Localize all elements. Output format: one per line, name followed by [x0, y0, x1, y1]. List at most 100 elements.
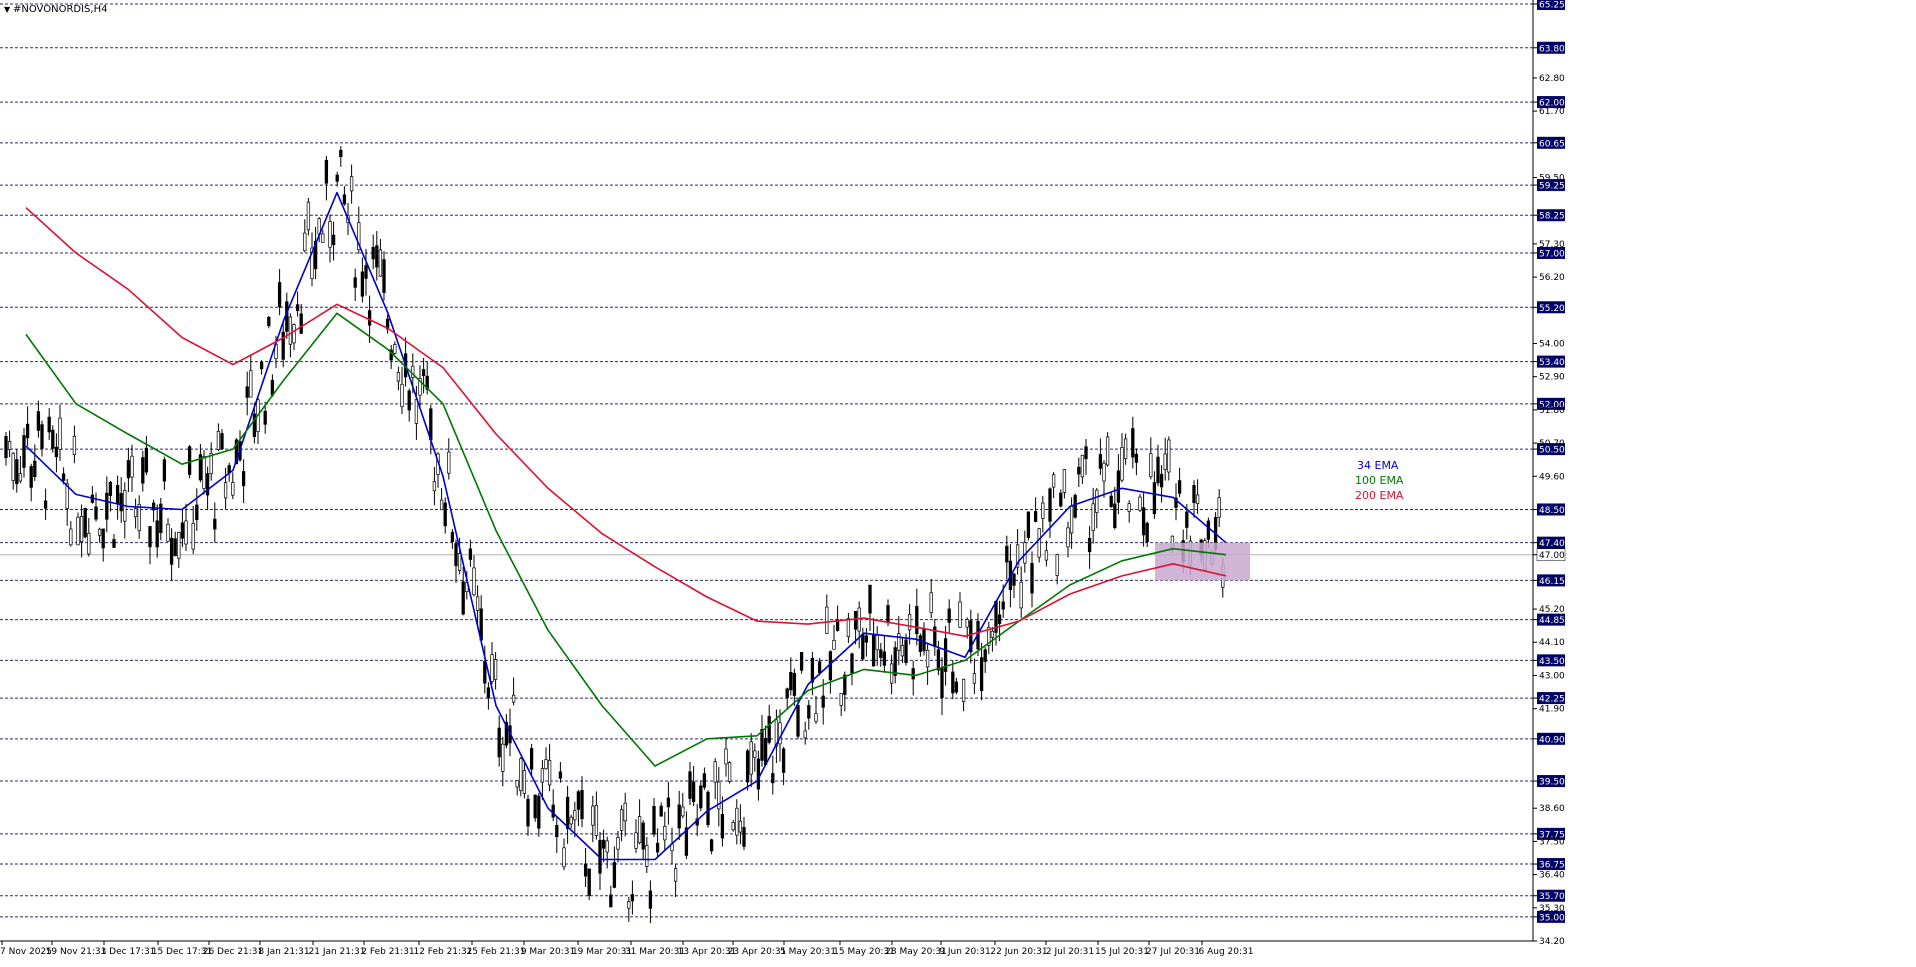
price-level-label: 40.90 — [1539, 735, 1565, 745]
candle-body — [1048, 488, 1052, 522]
candle-body — [439, 499, 444, 511]
candle-body — [864, 635, 869, 643]
price-chart[interactable]: 65.25 63.80 62.80 62.00 61.70 60.65 59.50 59.25… — [0, 0, 1916, 963]
candle-body — [663, 826, 667, 841]
candle-body — [875, 634, 879, 651]
price-tick-label: 43.00 — [1539, 671, 1565, 681]
candle-body — [101, 528, 105, 549]
price-level-label: 42.25 — [1539, 695, 1565, 705]
candle-body — [83, 507, 87, 538]
candle-body — [454, 543, 458, 567]
candle-body — [807, 705, 811, 719]
candle-body — [220, 433, 224, 450]
candle-body — [1033, 511, 1038, 522]
candle-body — [187, 446, 192, 475]
candle-body — [11, 452, 15, 481]
candle-body — [677, 804, 681, 829]
candle-body — [378, 249, 383, 277]
candle-body — [940, 667, 944, 699]
price-tick-label: 38.60 — [1539, 804, 1565, 814]
highlight-zone — [1155, 542, 1250, 581]
candle-body — [853, 611, 858, 630]
candle-body — [79, 516, 84, 543]
time-tick-label: 9 Jun 20:31 — [939, 947, 990, 957]
candle-body — [1087, 537, 1092, 553]
candle-body — [184, 520, 188, 545]
candle-body — [443, 502, 447, 527]
candle-body — [666, 797, 671, 808]
candle-body — [119, 493, 123, 512]
candle-body — [162, 459, 167, 482]
time-tick-label: 19 Nov 21:31 — [46, 947, 107, 957]
candle-body — [1195, 494, 1200, 504]
candle-body — [267, 316, 271, 327]
candle-body — [850, 653, 854, 674]
candle-body — [486, 687, 491, 699]
candle-body — [897, 633, 901, 651]
candle-body — [7, 441, 12, 450]
time-axis[interactable]: 7 Nov 202519 Nov 21:313 Dec 17:3115 Dec … — [0, 940, 1533, 957]
candle-body — [1102, 462, 1106, 482]
price-tick-label: 52.90 — [1539, 373, 1565, 383]
price-level-label: 47.00 — [1539, 551, 1565, 561]
candle-body — [889, 663, 894, 684]
candle-body — [1051, 474, 1056, 488]
candle-body — [868, 584, 872, 614]
candle-body — [216, 430, 221, 450]
price-level-label: 58.25 — [1539, 212, 1565, 222]
candle-body — [522, 770, 527, 794]
candle-body — [767, 716, 771, 743]
candle-body — [1159, 473, 1164, 488]
candle-body — [1185, 511, 1189, 528]
time-tick-label: 2 Feb 21:31 — [361, 947, 414, 957]
candle-body — [954, 681, 959, 693]
price-tick-label: 49.60 — [1539, 472, 1565, 482]
candle-body — [699, 785, 703, 809]
price-tick-label: 44.10 — [1539, 638, 1565, 648]
ema-annotation: 200 EMA — [1355, 489, 1404, 502]
candle-body — [195, 504, 199, 521]
ema-annotation: 34 EMA — [1357, 459, 1399, 472]
candle-body — [1059, 492, 1063, 507]
candle-body — [907, 613, 912, 631]
candle-body — [277, 282, 282, 308]
candle-body — [576, 791, 581, 810]
candle-body — [105, 492, 109, 520]
time-tick-label: 23 Apr 20:31 — [728, 947, 787, 957]
candle-body — [407, 390, 411, 411]
time-tick-label: 8 Jan 21:31 — [258, 947, 309, 957]
candle-body — [22, 435, 26, 468]
candle-body — [497, 727, 501, 758]
candle-body — [180, 522, 185, 539]
candle-body — [691, 781, 696, 802]
chart-canvas[interactable]: 65.2563.8062.8062.0061.7060.6559.5059.25… — [0, 0, 1916, 963]
candle-body — [573, 810, 577, 821]
candle-body — [915, 606, 919, 635]
candle-body — [533, 794, 537, 819]
price-tick-label: 61.70 — [1539, 107, 1565, 117]
time-tick-label: 15 Jul 20:31 — [1095, 947, 1149, 957]
candle-body — [249, 370, 253, 398]
chart-title: ▼ #NOVONORDIS,H4 — [4, 4, 107, 15]
candle-body — [281, 331, 285, 360]
candle-body — [817, 661, 822, 674]
ema-annotation: 100 EMA — [1355, 474, 1404, 487]
candle-body — [742, 827, 746, 847]
candle-body — [882, 651, 887, 666]
candle-body — [367, 310, 372, 326]
candle-body — [601, 839, 606, 849]
time-tick-label: 9 Mar 20:31 — [521, 947, 575, 957]
candle-body — [447, 451, 451, 474]
candle-body — [641, 822, 645, 850]
candle-body — [169, 537, 174, 565]
candle-body — [148, 526, 152, 548]
candle-body — [331, 234, 336, 246]
candle-body — [706, 791, 710, 825]
candle-body — [763, 738, 768, 766]
candle-body — [472, 567, 476, 596]
candle-body — [616, 837, 620, 850]
candle-body — [1113, 503, 1117, 528]
candle-body — [87, 532, 91, 555]
candle-body — [1091, 503, 1095, 532]
price-axis[interactable]: 65.2563.8062.8062.0061.7060.6559.5059.25… — [1532, 0, 1566, 947]
